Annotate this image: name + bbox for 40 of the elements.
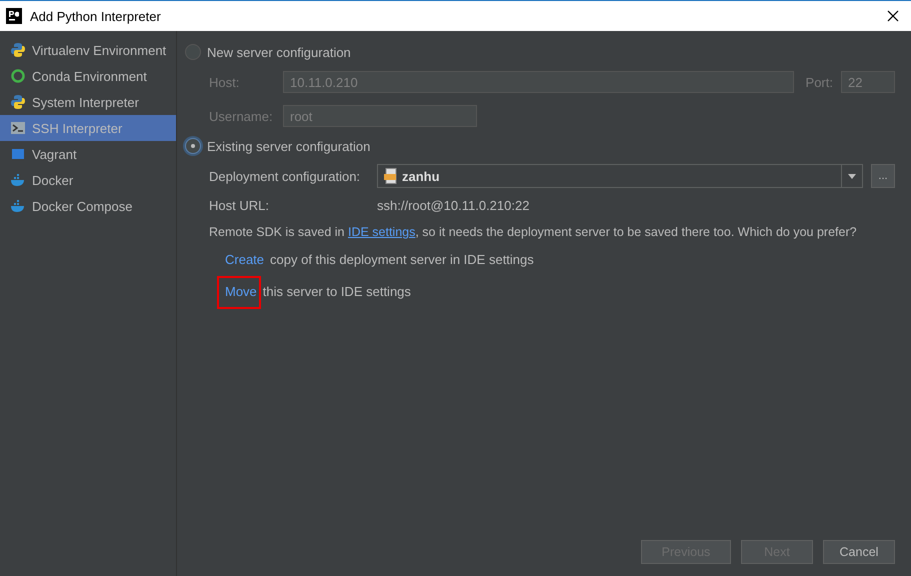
input-field[interactable]: root (283, 105, 477, 127)
field-label: Host: (209, 74, 240, 90)
action-link[interactable]: Create (225, 252, 264, 266)
field-label: Host URL: (209, 198, 270, 212)
action-link[interactable]: Move (225, 284, 257, 298)
radio-icon[interactable] (185, 138, 201, 154)
square-icon (10, 146, 26, 162)
app-logo-icon (6, 8, 22, 24)
radio-option[interactable]: Existing server configuration (185, 133, 895, 159)
host-url-text: ssh://root@10.11.0.210:22 (377, 198, 530, 212)
notice-text: Remote SDK is saved in IDE settings, so it needs the deployment server to be saved there too. Which do you prefer? (208, 224, 858, 239)
choice-text: this server to IDE settings (262, 284, 411, 298)
python-icon (10, 42, 26, 58)
sidebar-item[interactable]: System Interpreter (0, 89, 176, 115)
field-label: Username: (209, 108, 274, 124)
radio-option[interactable]: New server configuration (185, 39, 895, 65)
dialog-button[interactable]: Cancel (823, 540, 895, 564)
input-field[interactable]: 10.11.0.210 (283, 71, 794, 93)
sidebar-item[interactable]: Conda Environment (0, 63, 176, 89)
sidebar-item[interactable]: Virtualenv Environment (0, 37, 176, 63)
whale-icon (10, 172, 26, 188)
close-icon[interactable] (887, 10, 899, 22)
sidebar-item[interactable]: SSH Interpreter (0, 115, 176, 141)
whale-icon (10, 198, 26, 214)
field-label: Port: (806, 74, 833, 90)
python-icon (10, 94, 26, 110)
server-file-icon (384, 168, 398, 184)
radio-icon[interactable] (185, 44, 201, 60)
settings-link[interactable]: IDE settings (348, 225, 416, 239)
choice-text: copy of this deployment server in IDE settings (270, 252, 534, 266)
sidebar-item[interactable]: Docker Compose (0, 193, 176, 219)
input-field[interactable]: 22 (841, 71, 895, 93)
terminal-icon (10, 120, 26, 136)
sidebar-item[interactable]: Vagrant (0, 141, 176, 167)
window-title: Add Python Interpreter (30, 8, 162, 24)
field-label: Deployment configuration: (209, 168, 362, 184)
sidebar-item[interactable]: Docker (0, 167, 176, 193)
browse-button[interactable]: ... (871, 164, 895, 188)
ring-icon (10, 68, 26, 84)
dropdown[interactable]: zanhu (377, 164, 863, 188)
